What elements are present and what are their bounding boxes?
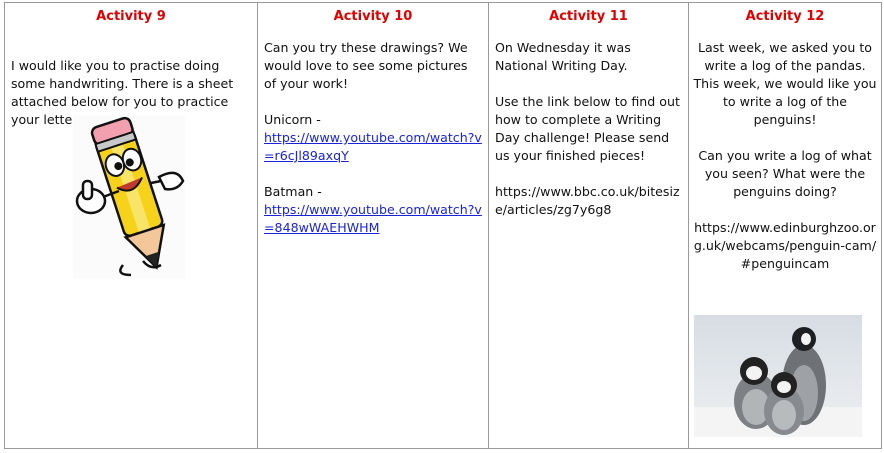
activity-11-para1: On Wednesday it was National Writing Day…: [495, 40, 631, 73]
activity-11-cell: Activity 11 On Wednesday it was National…: [488, 2, 689, 449]
activity-10-intro: Can you try these drawings? We would lov…: [264, 40, 468, 91]
penguin-photo-image: [694, 315, 862, 437]
batman-video-link[interactable]: https://www.youtube.com/watch?v=848wWAEH…: [264, 202, 482, 235]
activity-10-cell: Activity 10 Can you try these drawings? …: [257, 2, 489, 449]
unicorn-video-link[interactable]: https://www.youtube.com/watch?v=r6cJl89a…: [264, 130, 482, 163]
activity-12-para2: Can you write a log of what you seen? Wh…: [698, 148, 872, 199]
activity-12-cell: Activity 12 Last week, we asked you to w…: [688, 2, 882, 449]
activity-11-para2: Use the link below to find out how to co…: [495, 94, 680, 163]
activity-12-para1: Last week, we asked you to write a log o…: [693, 40, 877, 127]
activity-11-title: Activity 11: [549, 9, 628, 24]
batman-label: Batman -: [264, 184, 322, 199]
activity-9-title: Activity 9: [96, 9, 166, 24]
activity-9-cell: Activity 9 I would like you to practise …: [4, 2, 258, 449]
unicorn-label: Unicorn -: [264, 112, 321, 127]
activity-12-title: Activity 12: [745, 9, 825, 24]
pencil-mascot-image: [73, 115, 185, 279]
edinburgh-zoo-url: https://www.edinburghzoo.org.uk/webcams/…: [693, 220, 877, 271]
bbc-bitesize-url: https://www.bbc.co.uk/bitesize/articles/…: [495, 184, 680, 217]
activity-table: Activity 9 I would like you to practise …: [4, 2, 882, 449]
activity-10-title: Activity 10: [333, 9, 413, 24]
